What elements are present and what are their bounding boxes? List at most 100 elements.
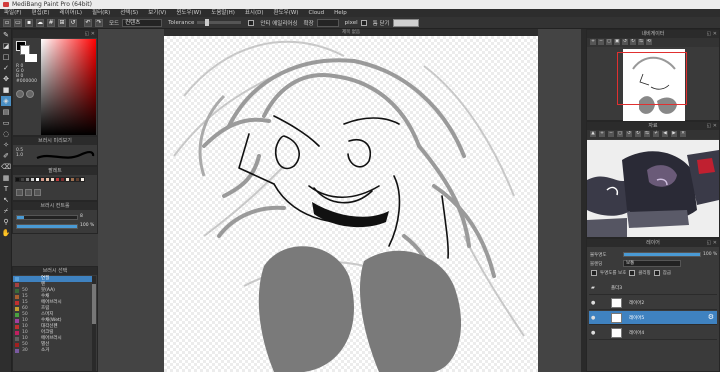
menu-item[interactable]: 레이어(L) xyxy=(59,9,82,17)
gradient-tool-icon[interactable]: ▤ xyxy=(1,107,11,117)
transparent-swatch[interactable] xyxy=(25,54,37,62)
menu-item[interactable]: 도움말(H) xyxy=(211,9,235,17)
undo-icon[interactable]: ↶ xyxy=(84,18,92,27)
brush-list-title: 브러시 선택 xyxy=(13,267,97,275)
rotate-left-icon[interactable]: ↺ xyxy=(622,39,628,45)
new-file-icon[interactable]: ▫ xyxy=(3,18,11,27)
flip-icon[interactable]: ⇆ xyxy=(644,131,650,137)
menu-item[interactable]: 파일(F) xyxy=(4,9,22,17)
menu-item[interactable]: Help xyxy=(334,9,347,17)
menu-item[interactable]: 필터(R) xyxy=(92,9,110,17)
dot-tool-icon[interactable]: □ xyxy=(1,52,11,62)
move-tool-icon[interactable]: ✥ xyxy=(1,74,11,84)
close-icon[interactable]: ✕ xyxy=(680,131,686,137)
color-wheel-button[interactable] xyxy=(16,90,24,98)
select-eraser-icon[interactable]: ⌫ xyxy=(1,162,11,172)
visibility-icon[interactable]: ● xyxy=(591,300,597,306)
fit-icon[interactable]: ◻ xyxy=(606,39,612,45)
visibility-icon[interactable]: ● xyxy=(591,330,597,336)
menu-item[interactable]: 선택(S) xyxy=(120,9,138,17)
close-gap-checkbox[interactable] xyxy=(360,19,367,26)
text-tool-icon[interactable]: T xyxy=(1,184,11,194)
save-icon[interactable]: ▪ xyxy=(25,18,33,27)
flip-icon[interactable]: ⇆ xyxy=(638,39,644,45)
open-icon[interactable]: ▭ xyxy=(14,18,22,27)
divide-tool-icon[interactable]: ▦ xyxy=(1,173,11,183)
menu-item[interactable]: 환도우(W) xyxy=(274,9,299,17)
palette-delete-button[interactable] xyxy=(25,189,32,196)
slider-knob[interactable] xyxy=(205,19,210,26)
rotate-right-icon[interactable]: ↻ xyxy=(635,131,641,137)
eyedropper-icon[interactable]: ⌿ xyxy=(653,131,659,137)
protect-alpha-checkbox[interactable] xyxy=(591,270,597,276)
bucket-tool-icon[interactable]: ◈ xyxy=(1,96,11,106)
tool-bar: ✎ ◪ □ ✓ ✥ ■ ◈ ▤ ▭ ◌ ✧ ✐ ⌫ ▦ T ↖ ⌿ ⚲ ✋ xyxy=(0,29,12,372)
layer-opacity-bar[interactable] xyxy=(623,252,701,257)
menu-item[interactable]: 표시(D) xyxy=(245,9,264,17)
fill-tool-icon[interactable]: ■ xyxy=(1,85,11,95)
zoom-in-icon[interactable]: + xyxy=(599,131,605,137)
canvas-tab[interactable]: 제목 없음 xyxy=(164,29,538,36)
menu-item[interactable]: Cloud xyxy=(308,9,324,17)
magic-wand-icon[interactable]: ✧ xyxy=(1,140,11,150)
select-pen-icon[interactable]: ✐ xyxy=(1,151,11,161)
rotate-icon[interactable]: ↺ xyxy=(69,18,77,27)
blend-select[interactable]: 보통 xyxy=(623,260,681,267)
close-gap-slider[interactable] xyxy=(392,18,419,27)
navigator-panel: 내비게이터 ◱ ✕ + − ◻ ▣ ↺ ↻ ⇆ ⟲ xyxy=(586,29,720,121)
antialias-checkbox[interactable] xyxy=(248,19,255,26)
palette-menu-button[interactable] xyxy=(34,189,41,196)
layer-row[interactable]: ● 레이어2 xyxy=(589,296,717,310)
zoom-out-icon[interactable]: − xyxy=(598,39,604,45)
brush-tool-icon[interactable]: ✎ xyxy=(1,30,11,40)
tolerance-slider[interactable] xyxy=(197,19,242,26)
brush-opacity-bar[interactable] xyxy=(16,224,78,229)
reference-illustration xyxy=(587,140,719,237)
layer-folder[interactable]: ▰ 폴더3 xyxy=(589,281,717,295)
color-bar-button[interactable] xyxy=(26,90,34,98)
saturation-value-picker[interactable] xyxy=(41,39,96,135)
lock-checkbox[interactable] xyxy=(653,270,660,276)
rect-select-icon[interactable]: ▭ xyxy=(1,118,11,128)
brush-item[interactable]: 30 소거 xyxy=(13,348,93,354)
fit-icon[interactable]: ◻ xyxy=(617,131,623,137)
mode-select[interactable]: 컨텐츠 xyxy=(122,18,163,27)
layer-row[interactable]: ● 레이어5 ⚙ xyxy=(589,311,717,325)
cloud-icon[interactable]: ☁ xyxy=(36,18,44,27)
brush-name: 에어브러시 xyxy=(41,300,62,305)
navigator-viewport[interactable] xyxy=(617,52,687,105)
expand-input[interactable] xyxy=(316,18,339,27)
rotate-right-icon[interactable]: ↻ xyxy=(630,39,636,45)
clipping-checkbox[interactable] xyxy=(629,270,636,276)
menu-item[interactable]: 편집(E) xyxy=(32,9,50,17)
layer-settings-icon[interactable]: ⚙ xyxy=(708,314,714,321)
brush-list-scrollbar[interactable] xyxy=(92,276,96,371)
lasso-icon[interactable]: ◌ xyxy=(1,129,11,139)
zoom-in-icon[interactable]: + xyxy=(590,39,596,45)
menu-item[interactable]: 윈도우(W) xyxy=(176,9,201,17)
layer-row[interactable]: ● 레이어4 xyxy=(589,326,717,340)
menu-item[interactable]: 보기(V) xyxy=(148,9,166,17)
zoom-icon[interactable]: ⚲ xyxy=(1,217,11,227)
operation-tool-icon[interactable]: ↖ xyxy=(1,195,11,205)
actual-size-icon[interactable]: ▣ xyxy=(614,39,620,45)
snap-icon[interactable]: ⊞ xyxy=(58,18,66,27)
palette-add-button[interactable] xyxy=(16,189,23,196)
redo-icon[interactable]: ↷ xyxy=(95,18,103,27)
next-icon[interactable]: ▶ xyxy=(671,131,677,137)
rotate-left-icon[interactable]: ↺ xyxy=(626,131,632,137)
open-image-icon[interactable]: ▲ xyxy=(590,131,596,137)
zoom-out-icon[interactable]: − xyxy=(608,131,614,137)
hand-icon[interactable]: ✋ xyxy=(1,228,11,238)
reset-icon[interactable]: ⟲ xyxy=(646,39,652,45)
eyedropper-icon[interactable]: ⌿ xyxy=(1,206,11,216)
drawing-canvas[interactable] xyxy=(164,36,538,372)
eraser-tool-icon[interactable]: ◪ xyxy=(1,41,11,51)
selection-tool-icon[interactable]: ✓ xyxy=(1,63,11,73)
brush-size-bar[interactable] xyxy=(16,215,78,220)
palette-swatch[interactable] xyxy=(80,177,85,182)
visibility-icon[interactable]: ● xyxy=(591,315,597,321)
grid-icon[interactable]: # xyxy=(47,18,55,27)
scroll-thumb[interactable] xyxy=(92,284,96,324)
prev-icon[interactable]: ◀ xyxy=(662,131,668,137)
